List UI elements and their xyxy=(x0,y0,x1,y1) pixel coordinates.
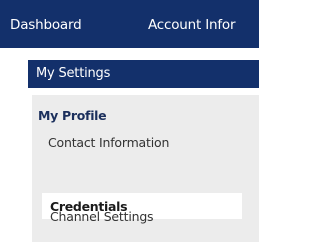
settings-header: My Settings xyxy=(28,60,259,88)
profile-section-heading: My Profile xyxy=(38,108,107,123)
profile-menu: My Profile Contact Information Credentia… xyxy=(32,95,259,242)
settings-title: My Settings xyxy=(36,66,111,81)
menu-item-contact-information[interactable]: Contact Information xyxy=(48,135,169,150)
menu-item-channel-settings[interactable]: Channel Settings xyxy=(50,209,154,224)
settings-layer: My Settings My Profile Contact Informati… xyxy=(0,0,259,242)
